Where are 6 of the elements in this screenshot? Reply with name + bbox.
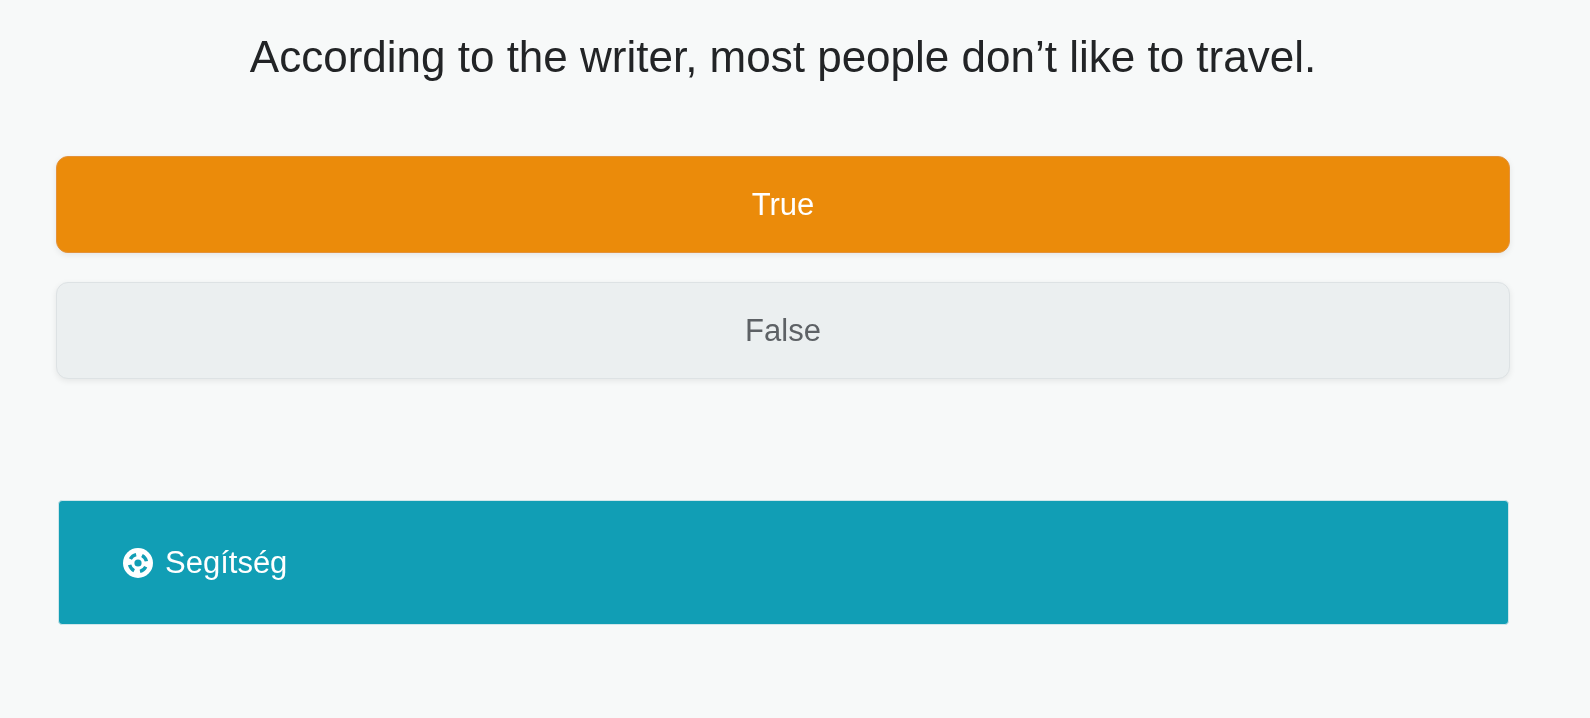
answer-option[interactable]: False	[56, 282, 1510, 379]
help-button[interactable]: Segítség	[58, 500, 1509, 625]
question-text: According to the writer, most people don’t like to travel.	[249, 31, 1317, 83]
lifebuoy-icon	[123, 547, 153, 578]
help-label: Segítség	[165, 544, 288, 581]
answer-option[interactable]: True	[56, 156, 1510, 253]
